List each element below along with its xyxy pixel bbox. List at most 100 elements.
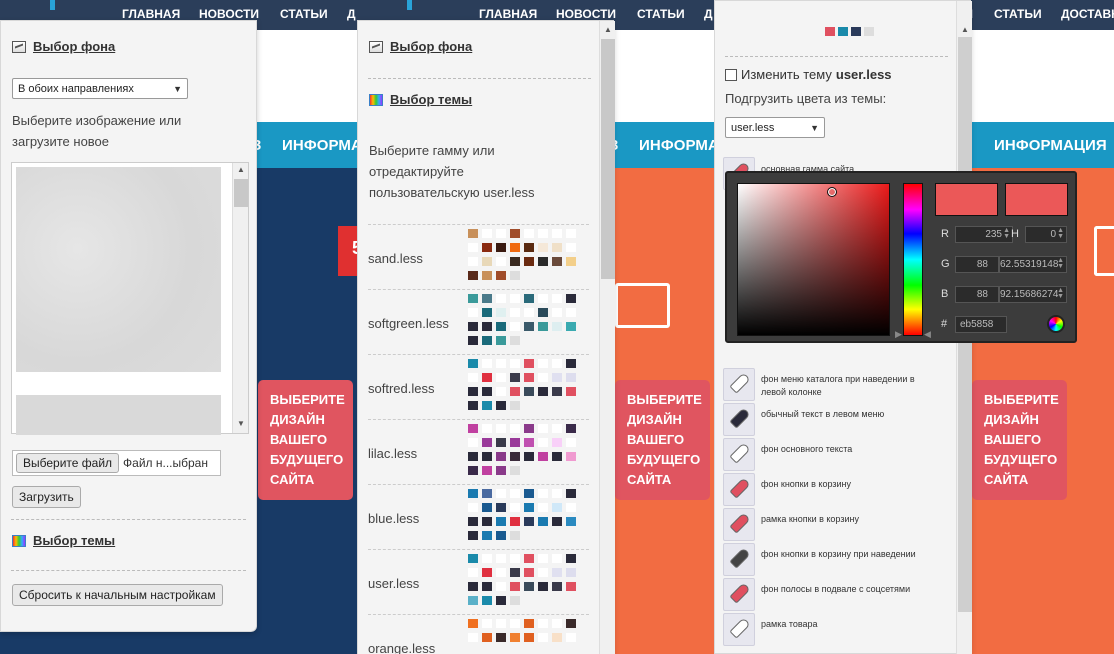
- s-field[interactable]: 62.55319148 ▲ ▼: [999, 256, 1067, 273]
- color-swatch: [468, 452, 478, 461]
- color-swatch: [482, 452, 492, 461]
- color-swatch: [524, 438, 534, 447]
- color-swatch: [552, 554, 562, 563]
- theme-item[interactable]: blue.less: [368, 484, 589, 549]
- nav-delivery-cut[interactable]: Д: [347, 7, 356, 21]
- hex-field[interactable]: eb5858: [955, 316, 1007, 333]
- color-picker[interactable]: ▶ ◀ R 235▲▼ H 0▲▼ G 88 S 62.55319148▲▼ B…: [725, 171, 1077, 343]
- scroll-up-icon[interactable]: ▲: [604, 25, 612, 34]
- color-tag[interactable]: [723, 578, 755, 611]
- theme-item[interactable]: orange.less: [368, 614, 589, 654]
- color-swatch: [524, 359, 534, 368]
- spinner-icon[interactable]: ▲ ▼: [1057, 227, 1064, 240]
- color-swatch: [482, 619, 492, 628]
- file-input[interactable]: Выберите файл Файл н...ыбран: [12, 450, 221, 476]
- color-tag[interactable]: [723, 473, 755, 506]
- color-tag[interactable]: [723, 403, 755, 436]
- color-swatch: [552, 229, 562, 238]
- theme-section-title[interactable]: Выбор темы: [369, 92, 472, 107]
- theme-section-title[interactable]: Выбор темы: [12, 533, 115, 548]
- color-wheel-icon[interactable]: [1047, 315, 1065, 333]
- image-list-scrollbar[interactable]: ▲ ▼: [232, 163, 248, 433]
- theme-item[interactable]: user.less: [368, 549, 589, 614]
- g-field[interactable]: 88: [955, 256, 999, 273]
- scrollbar-thumb[interactable]: [601, 39, 615, 279]
- color-swatch: [482, 503, 492, 512]
- hue-arrow-right: ◀: [924, 329, 931, 339]
- r-field[interactable]: 235 ▲ ▼: [955, 226, 1013, 243]
- spinner-icon[interactable]: ▲ ▼: [1003, 227, 1010, 240]
- theme-item[interactable]: softred.less: [368, 354, 589, 419]
- scroll-down-icon[interactable]: ▼: [237, 419, 245, 428]
- color-swatch: [566, 308, 576, 317]
- theme-item[interactable]: sand.less: [368, 224, 589, 289]
- nav-articles[interactable]: СТАТЬИ: [994, 7, 1042, 21]
- theme-select[interactable]: user.less ▼: [725, 117, 825, 138]
- background-thumbnail[interactable]: [16, 167, 221, 372]
- color-tag[interactable]: [723, 508, 755, 541]
- color-swatch: [468, 503, 478, 512]
- divider: [725, 56, 948, 57]
- background-section-title[interactable]: Выбор фона: [12, 39, 115, 54]
- scrollbar-thumb[interactable]: [234, 179, 248, 207]
- theme-item[interactable]: lilac.less: [368, 419, 589, 484]
- background-image-list[interactable]: ▲ ▼: [11, 162, 249, 435]
- color-swatch: [468, 322, 478, 331]
- choose-design-button[interactable]: ВЫБЕРИТЕ ДИЗАЙН ВАШЕГО БУДУЩЕГО САЙТА: [972, 380, 1067, 500]
- g-label: G: [941, 258, 950, 270]
- info-bar-label[interactable]: ИНФОРМАЦ: [282, 137, 357, 154]
- color-tag[interactable]: [723, 368, 755, 401]
- picker-cursor[interactable]: [827, 187, 837, 197]
- color-swatch: [566, 517, 576, 526]
- info-bar-label[interactable]: ИНФОРМАЦ: [639, 137, 714, 154]
- nav-delivery-cut[interactable]: Д: [704, 7, 713, 21]
- background-section-title[interactable]: Выбор фона: [369, 39, 472, 54]
- color-item-label: рамка товара: [761, 619, 818, 629]
- nav-accent: [50, 0, 55, 10]
- load-colors-label: Подгрузить цвета из темы:: [725, 91, 887, 106]
- b-field[interactable]: 88: [955, 286, 999, 303]
- color-swatch: [496, 633, 506, 642]
- color-swatch: [482, 359, 492, 368]
- color-tag[interactable]: [723, 438, 755, 471]
- saturation-value-area[interactable]: [737, 183, 890, 336]
- choose-design-button[interactable]: ВЫБЕРИТЕ ДИЗАЙН ВАШЕГО БУДУЩЕГО САЙТА: [258, 380, 353, 500]
- change-theme-row[interactable]: Изменить тему user.less: [725, 67, 892, 82]
- divider: [368, 78, 591, 79]
- spinner-icon[interactable]: ▲ ▼: [1057, 287, 1064, 300]
- color-swatch: [524, 489, 534, 498]
- choose-design-button[interactable]: ВЫБЕРИТЕ ДИЗАЙН ВАШЕГО БУДУЩЕГО САЙТА: [615, 380, 710, 500]
- h-field[interactable]: 0 ▲ ▼: [1025, 226, 1067, 243]
- panel-scrollbar[interactable]: ▲: [599, 21, 615, 654]
- nav-articles[interactable]: СТАТЬИ: [280, 7, 328, 21]
- direction-select[interactable]: В обоих направлениях ▼: [12, 78, 188, 99]
- hex-label: #: [941, 318, 948, 330]
- v-field[interactable]: 92.15686274 ▲ ▼: [999, 286, 1067, 303]
- background-thumbnail[interactable]: [16, 395, 221, 435]
- color-swatch: [524, 554, 534, 563]
- nav-home[interactable]: ГЛАВНАЯ: [479, 7, 537, 21]
- scroll-up-icon[interactable]: ▲: [237, 165, 245, 174]
- color-swatch: [482, 387, 492, 396]
- theme-name: lilac.less: [368, 446, 418, 461]
- color-tag[interactable]: [723, 613, 755, 646]
- upload-button[interactable]: Загрузить: [12, 486, 81, 508]
- info-bar-label[interactable]: ИНФОРМАЦИЯ: [994, 137, 1107, 154]
- nav-accent: [407, 0, 412, 10]
- color-swatch: [482, 554, 492, 563]
- nav-delivery[interactable]: ДОСТАВКА: [1061, 7, 1114, 21]
- nav-home[interactable]: ГЛАВНАЯ: [122, 7, 180, 21]
- nav-news[interactable]: НОВОСТИ: [199, 7, 259, 21]
- spinner-icon[interactable]: ▲ ▼: [1057, 257, 1064, 270]
- nav-news[interactable]: НОВОСТИ: [556, 7, 616, 21]
- color-swatch: [566, 359, 576, 368]
- hue-slider[interactable]: [903, 183, 923, 336]
- color-swatch: [496, 359, 506, 368]
- color-tag[interactable]: [723, 543, 755, 576]
- reset-settings-button[interactable]: Сбросить к начальным настройкам: [12, 584, 223, 606]
- change-theme-checkbox[interactable]: [725, 68, 737, 81]
- theme-item[interactable]: softgreen.less: [368, 289, 589, 354]
- nav-articles[interactable]: СТАТЬИ: [637, 7, 685, 21]
- scroll-up-icon[interactable]: ▲: [961, 25, 969, 34]
- choose-file-button[interactable]: Выберите файл: [16, 453, 120, 473]
